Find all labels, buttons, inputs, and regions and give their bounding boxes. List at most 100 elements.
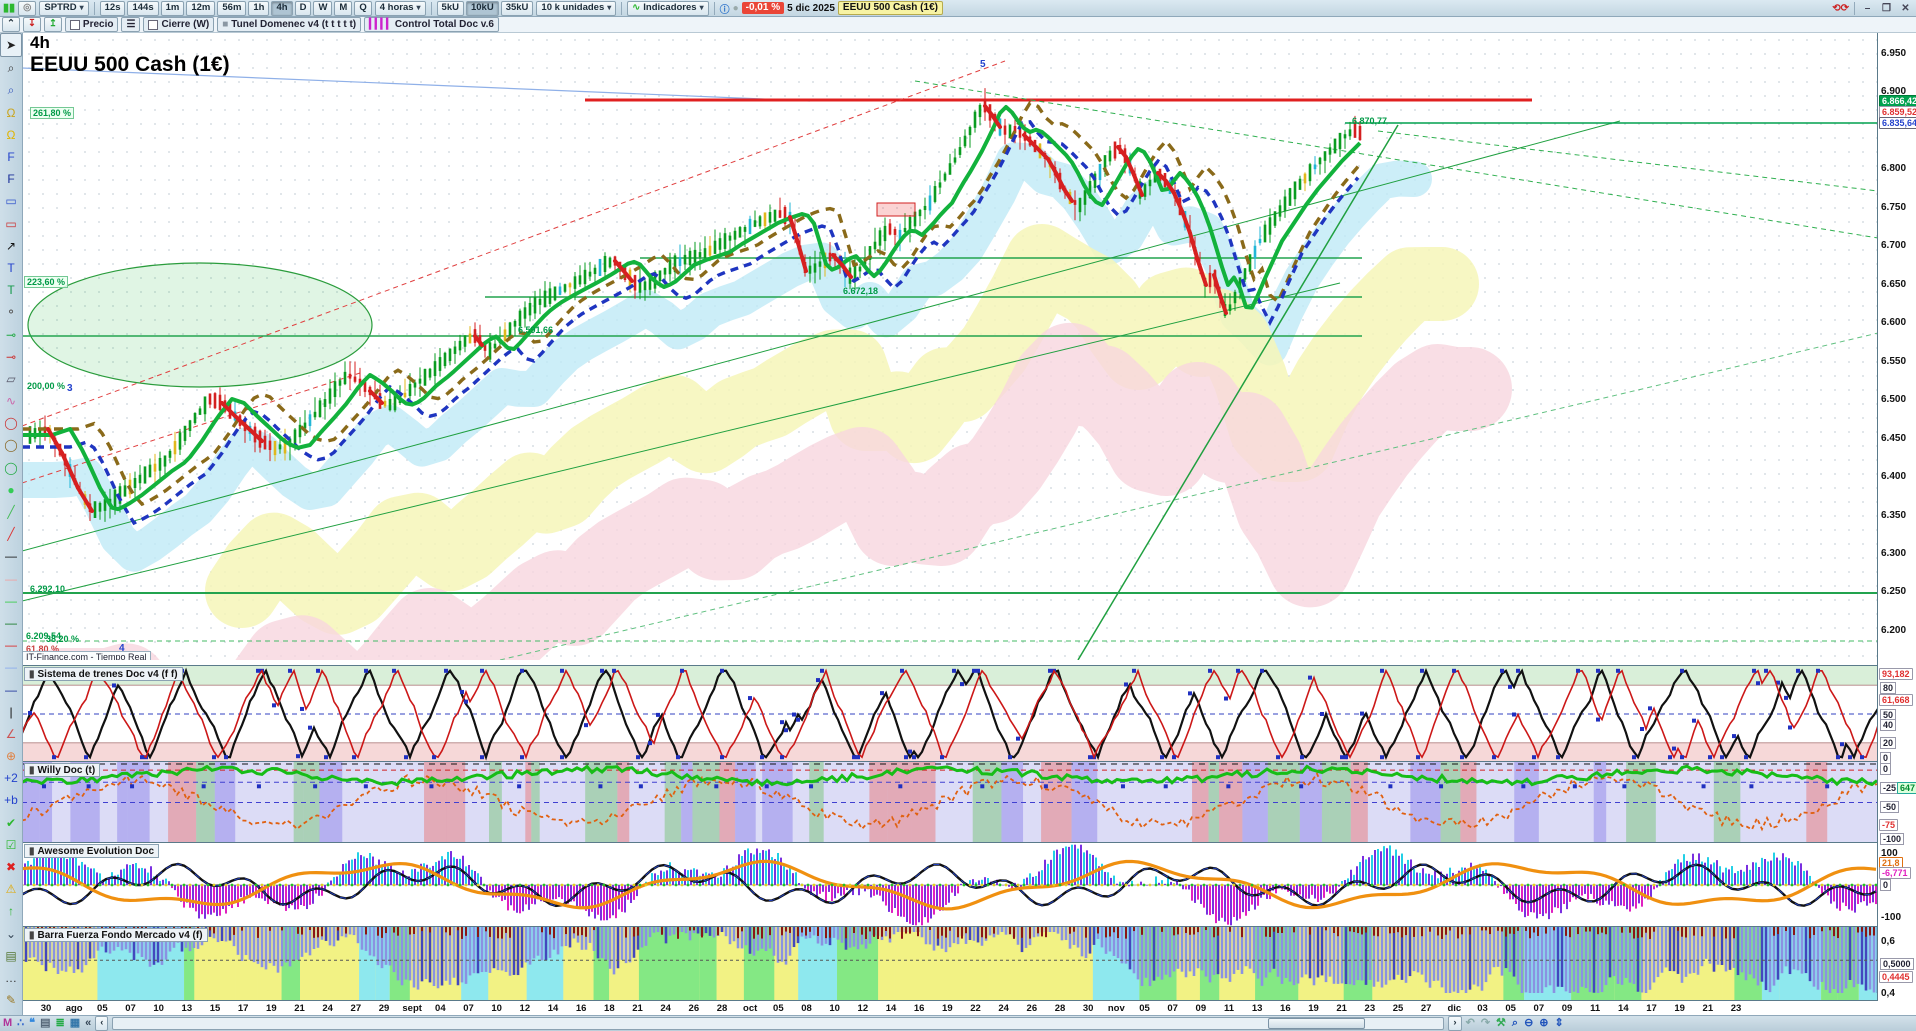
hline-darkblue-icon[interactable]: — xyxy=(1,678,21,700)
panel-header-0[interactable]: ▮ Sistema de trenes Doc v4 (f f) xyxy=(24,667,183,681)
notification-icon[interactable]: ▤ xyxy=(1,945,21,967)
scrollbar-thumb[interactable] xyxy=(1268,1018,1366,1029)
info-icon[interactable]: ⓘ xyxy=(720,1,730,16)
trend-line[interactable] xyxy=(1377,130,1878,192)
panel-3[interactable]: ▮ Barra Fuerza Fondo Mercado v4 (f) xyxy=(22,926,1878,1001)
vline-tool-icon[interactable]: | xyxy=(1,701,21,723)
delete-icon[interactable]: ✖ xyxy=(1,856,21,878)
timeframe-button-12m[interactable]: 12m xyxy=(186,0,216,16)
refresh-icon[interactable]: ⟲⟳ xyxy=(1832,3,1849,14)
letters-tool-icon[interactable]: +b xyxy=(1,789,21,811)
circle-plus-tool-icon[interactable]: ⊕ xyxy=(1,745,21,767)
chart-window-icon[interactable]: ▦ xyxy=(70,1018,80,1029)
main-chart[interactable]: 4h EEUU 500 Cash (1€) IT-Finance.com - T… xyxy=(22,33,1878,660)
chart-settings-icon[interactable]: ⚒ xyxy=(1496,1018,1506,1029)
ellipse-filled-tool-icon[interactable]: ● xyxy=(1,479,21,501)
price-axis[interactable]: 6.950 6.900 6.800 6.750 6.700 6.650 6.600 6.550… xyxy=(1877,33,1916,1015)
close-button[interactable]: ✕ xyxy=(1898,3,1913,14)
share-icon[interactable]: ∴ xyxy=(17,1018,24,1029)
redo-icon[interactable]: ↷ xyxy=(1481,1018,1490,1029)
zoom-area-tool-icon[interactable]: ⌕ xyxy=(1,79,21,101)
panel-header-1[interactable]: ▮ Willy Doc (t) xyxy=(24,763,101,777)
pointer-tool-icon[interactable]: ➤ xyxy=(0,33,22,58)
hline-green-icon[interactable]: — xyxy=(1,590,21,612)
timeframe-button-Q[interactable]: Q xyxy=(354,0,372,16)
ellipse-red-tool-icon[interactable]: ◯ xyxy=(1,412,21,434)
numbers-tool-icon[interactable]: +2 xyxy=(1,767,21,789)
price-overlay-chip[interactable]: Precio xyxy=(64,17,119,32)
mv-logo-icon[interactable]: M xyxy=(3,1018,12,1029)
rectangle-annotation[interactable] xyxy=(876,202,916,217)
rectangle-blue-tool-icon[interactable]: ▭ xyxy=(1,190,21,212)
sell-arrow-button[interactable]: ↧ xyxy=(22,17,41,32)
arrow-up-icon[interactable]: ↑ xyxy=(1,900,21,922)
rectangle-red-tool-icon[interactable]: ▭ xyxy=(1,213,21,235)
more-tools-icon[interactable]: ⌄ xyxy=(1,923,21,945)
units-dropdown[interactable]: 10 k unidades ▾ xyxy=(536,0,617,16)
alarm-icon[interactable]: Ω xyxy=(1,124,21,146)
ruler-tool-icon[interactable]: ▱ xyxy=(1,368,21,390)
warning-icon[interactable]: ⚠ xyxy=(1,878,21,900)
ellipse-green-tool-icon[interactable]: ◯ xyxy=(1,457,21,479)
instrument-chip[interactable]: EEUU 500 Cash (1€) xyxy=(837,1,943,15)
restore-button[interactable]: ❐ xyxy=(1879,3,1894,14)
fibonacci-projection-icon[interactable]: F xyxy=(1,168,21,190)
unit-button-5kU[interactable]: 5kU xyxy=(436,0,464,16)
trendline-green-icon[interactable]: ╱ xyxy=(1,501,21,523)
panel-2[interactable]: ▮ Awesome Evolution Doc xyxy=(22,842,1878,927)
trendline-red-icon[interactable]: ╱ xyxy=(1,523,21,545)
checkbox-icon[interactable] xyxy=(69,19,80,30)
ellipsis-icon[interactable]: … xyxy=(1,967,21,989)
measure-green-tool-icon[interactable]: ⊸ xyxy=(1,323,21,345)
timeframe-button-56m[interactable]: 56m xyxy=(217,0,247,16)
collapse-toolbar-button[interactable]: ⌃ xyxy=(2,17,20,32)
timeframe-button-D[interactable]: D xyxy=(294,0,312,16)
indicators-button[interactable]: ∿ Indicadores ▾ xyxy=(627,0,709,16)
panel-header-3[interactable]: ▮ Barra Fuerza Fondo Mercado v4 (f) xyxy=(24,928,208,942)
comment-icon[interactable]: ❝ xyxy=(29,1018,35,1029)
tunel-indicator-chip[interactable]: ■ Tunel Domenec v4 (t t t t t) xyxy=(217,17,362,32)
horizontal-scrollbar[interactable] xyxy=(112,1017,1445,1030)
validate-icon[interactable]: ✔ xyxy=(1,812,21,834)
timeframe-button-W[interactable]: W xyxy=(313,0,333,16)
zoom-tool-icon[interactable]: ⌕ xyxy=(1,57,21,79)
fit-vertical-icon[interactable]: ⇕ xyxy=(1555,1018,1564,1029)
edit-pencil-icon[interactable]: ✎ xyxy=(1,989,21,1011)
trend-line[interactable] xyxy=(914,80,1878,239)
list-settings-button[interactable]: ☰ xyxy=(121,17,141,32)
hline-red-icon[interactable]: — xyxy=(1,634,21,656)
unit-button-35kU[interactable]: 35kU xyxy=(500,0,534,16)
hline-black-icon[interactable]: — xyxy=(1,545,21,567)
timeframe-button-1m[interactable]: 1m xyxy=(160,0,185,16)
zoom-selection-icon[interactable]: ⌕ xyxy=(1512,1018,1518,1029)
ellipse-drawing[interactable] xyxy=(27,262,373,388)
symbol-select[interactable]: SPTRD ▾ xyxy=(39,0,89,16)
create-alert-icon[interactable]: Ω xyxy=(1,102,21,124)
scroll-left-button[interactable]: ‹ xyxy=(95,1016,109,1031)
fibonacci-tool-icon[interactable]: F xyxy=(1,146,21,168)
collapse-scroll-icon[interactable]: « xyxy=(85,1018,91,1029)
checkbox-icon[interactable] xyxy=(148,19,159,30)
hline-pink-icon[interactable]: — xyxy=(1,568,21,590)
zoom-in-icon[interactable]: ⊕ xyxy=(1539,1018,1548,1029)
comment-tool-icon[interactable]: T xyxy=(1,279,21,301)
panel-1[interactable]: ▮ Willy Doc (t) xyxy=(22,761,1878,843)
arrow-tool-icon[interactable]: ↗ xyxy=(1,235,21,257)
panel-0[interactable]: ▮ Sistema de trenes Doc v4 (f f) xyxy=(22,665,1878,762)
angle-tool-icon[interactable]: ∠ xyxy=(1,723,21,745)
export-document-icon[interactable]: ▤ xyxy=(40,1018,50,1029)
close-w-overlay-chip[interactable]: Cierre (W) xyxy=(143,17,215,32)
date-axis[interactable]: 30 ago 05 07 10 13 15 17 19 21 24 27 29 sept 04 07 10 12 1… xyxy=(22,1000,1878,1016)
timeframe-button-1h[interactable]: 1h xyxy=(248,0,270,16)
unit-button-10kU[interactable]: 10kU xyxy=(465,0,499,16)
hline-darkgreen-icon[interactable]: — xyxy=(1,612,21,634)
ellipse-brown-tool-icon[interactable]: ◯ xyxy=(1,434,21,456)
layout-link-button[interactable]: ◎ xyxy=(18,0,37,16)
hline-lightblue-icon[interactable]: — xyxy=(1,656,21,678)
buy-arrow-button[interactable]: ↥ xyxy=(43,17,62,32)
zoom-out-icon[interactable]: ⊖ xyxy=(1524,1018,1533,1029)
timeframe-button-144s[interactable]: 144s xyxy=(127,0,159,16)
scroll-right-button[interactable]: › xyxy=(1448,1016,1462,1031)
undo-icon[interactable]: ↶ xyxy=(1466,1018,1475,1029)
timeframe-button-12s[interactable]: 12s xyxy=(99,0,126,16)
